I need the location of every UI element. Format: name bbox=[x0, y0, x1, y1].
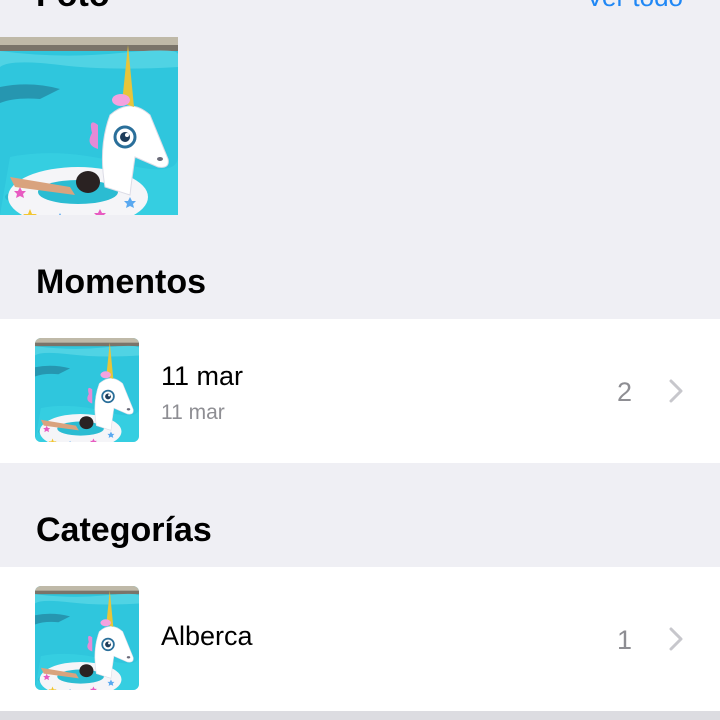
unicorn-float-photo-image bbox=[35, 338, 139, 442]
bottom-divider bbox=[0, 711, 720, 720]
chevron-right-icon bbox=[669, 627, 683, 651]
see-all-link[interactable]: Ver todo bbox=[586, 0, 683, 10]
moment-subtitle: 11 mar bbox=[161, 401, 225, 424]
category-row[interactable]: Alberca 1 bbox=[0, 567, 720, 711]
category-title: Alberca bbox=[161, 621, 253, 651]
chevron-right-icon bbox=[669, 379, 683, 403]
category-count: 1 bbox=[616, 625, 632, 655]
moment-row[interactable]: 11 mar 11 mar 2 bbox=[0, 319, 720, 463]
moment-title: 11 mar bbox=[161, 361, 244, 391]
unicorn-float-photo-image bbox=[35, 586, 139, 690]
category-thumbnail bbox=[35, 586, 139, 690]
section-title-photo: Foto bbox=[36, 0, 110, 12]
unicorn-float-photo-image bbox=[0, 37, 178, 215]
section-title-moments: Momentos bbox=[36, 263, 206, 301]
photo-thumbnail[interactable] bbox=[0, 37, 178, 215]
moment-count: 2 bbox=[616, 377, 632, 407]
moment-thumbnail bbox=[35, 338, 139, 442]
section-title-categories: Categorías bbox=[36, 511, 212, 549]
